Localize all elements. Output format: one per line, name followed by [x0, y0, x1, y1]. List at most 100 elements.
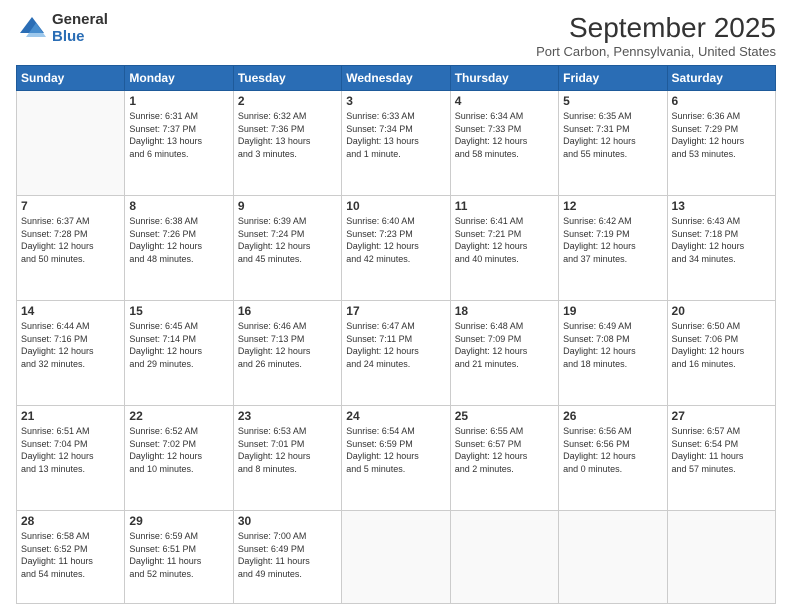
- calendar-cell: 26 Sunrise: 6:56 AM Sunset: 6:56 PM Dayli…: [559, 405, 667, 510]
- day-number: 14: [21, 304, 120, 318]
- calendar-cell: 28 Sunrise: 6:58 AM Sunset: 6:52 PM Dayli…: [17, 510, 125, 603]
- weekday-header-monday: Monday: [125, 66, 233, 91]
- calendar-cell: 30 Sunrise: 7:00 AM Sunset: 6:49 PM Dayli…: [233, 510, 341, 603]
- day-number: 16: [238, 304, 337, 318]
- day-number: 5: [563, 94, 662, 108]
- calendar-cell: 4 Sunrise: 6:34 AM Sunset: 7:33 PM Daylig…: [450, 91, 558, 196]
- day-number: 18: [455, 304, 554, 318]
- week-row-2: 7Sunrise: 6:37 AM Sunset: 7:28 PM Daylig…: [17, 195, 776, 300]
- weekday-header-sunday: Sunday: [17, 66, 125, 91]
- day-info: Sunrise: 6:42 AM Sunset: 7:19 PM Dayligh…: [563, 215, 662, 265]
- day-info: Sunrise: 6:31 AM Sunset: 7:37 PM Dayligh…: [129, 110, 228, 160]
- day-info: Sunrise: 6:53 AM Sunset: 7:01 PM Dayligh…: [238, 425, 337, 475]
- week-row-1: 1 Sunrise: 6:31 AM Sunset: 7:37 PM Daylig…: [17, 91, 776, 196]
- day-info: Sunrise: 6:59 AM Sunset: 6:51 PM Dayligh…: [129, 530, 228, 580]
- calendar-cell: 29 Sunrise: 6:59 AM Sunset: 6:51 PM Dayli…: [125, 510, 233, 603]
- location-title: Port Carbon, Pennsylvania, United States: [536, 44, 776, 59]
- title-block: September 2025 Port Carbon, Pennsylvania…: [536, 12, 776, 59]
- day-number: 22: [129, 409, 228, 423]
- day-number: 17: [346, 304, 445, 318]
- day-number: 13: [672, 199, 771, 213]
- day-info: Sunrise: 6:35 AM Sunset: 7:31 PM Dayligh…: [563, 110, 662, 160]
- day-info: Sunrise: 6:46 AM Sunset: 7:13 PM Dayligh…: [238, 320, 337, 370]
- weekday-header-row: SundayMondayTuesdayWednesdayThursdayFrid…: [17, 66, 776, 91]
- logo-blue-text: Blue: [52, 29, 108, 46]
- day-info: Sunrise: 6:45 AM Sunset: 7:14 PM Dayligh…: [129, 320, 228, 370]
- day-info: Sunrise: 6:34 AM Sunset: 7:33 PM Dayligh…: [455, 110, 554, 160]
- weekday-header-saturday: Saturday: [667, 66, 775, 91]
- calendar-cell: 23 Sunrise: 6:53 AM Sunset: 7:01 PM Dayli…: [233, 405, 341, 510]
- calendar-cell: 24 Sunrise: 6:54 AM Sunset: 6:59 PM Dayli…: [342, 405, 450, 510]
- day-info: Sunrise: 6:43 AM Sunset: 7:18 PM Dayligh…: [672, 215, 771, 265]
- day-number: 6: [672, 94, 771, 108]
- calendar-cell: [559, 510, 667, 603]
- day-number: 26: [563, 409, 662, 423]
- day-info: Sunrise: 6:49 AM Sunset: 7:08 PM Dayligh…: [563, 320, 662, 370]
- day-number: 8: [129, 199, 228, 213]
- day-number: 23: [238, 409, 337, 423]
- day-info: Sunrise: 6:33 AM Sunset: 7:34 PM Dayligh…: [346, 110, 445, 160]
- day-info: Sunrise: 6:48 AM Sunset: 7:09 PM Dayligh…: [455, 320, 554, 370]
- calendar-cell: 10 Sunrise: 6:40 AM Sunset: 7:23 PM Dayli…: [342, 195, 450, 300]
- day-number: 20: [672, 304, 771, 318]
- day-info: Sunrise: 6:55 AM Sunset: 6:57 PM Dayligh…: [455, 425, 554, 475]
- calendar-cell: 3Sunrise: 6:33 AM Sunset: 7:34 PM Daylig…: [342, 91, 450, 196]
- day-info: Sunrise: 6:51 AM Sunset: 7:04 PM Dayligh…: [21, 425, 120, 475]
- calendar-cell: 21Sunrise: 6:51 AM Sunset: 7:04 PM Dayli…: [17, 405, 125, 510]
- calendar-cell: 8 Sunrise: 6:38 AM Sunset: 7:26 PM Daylig…: [125, 195, 233, 300]
- day-number: 24: [346, 409, 445, 423]
- day-number: 10: [346, 199, 445, 213]
- weekday-header-wednesday: Wednesday: [342, 66, 450, 91]
- day-info: Sunrise: 6:54 AM Sunset: 6:59 PM Dayligh…: [346, 425, 445, 475]
- month-title: September 2025: [536, 12, 776, 44]
- calendar-cell: 19 Sunrise: 6:49 AM Sunset: 7:08 PM Dayli…: [559, 300, 667, 405]
- day-number: 12: [563, 199, 662, 213]
- header: General Blue September 2025 Port Carbon,…: [16, 12, 776, 59]
- calendar-cell: 12 Sunrise: 6:42 AM Sunset: 7:19 PM Dayli…: [559, 195, 667, 300]
- day-info: Sunrise: 6:50 AM Sunset: 7:06 PM Dayligh…: [672, 320, 771, 370]
- calendar-cell: [667, 510, 775, 603]
- calendar-cell: 17 Sunrise: 6:47 AM Sunset: 7:11 PM Dayli…: [342, 300, 450, 405]
- calendar-cell: 11Sunrise: 6:41 AM Sunset: 7:21 PM Dayli…: [450, 195, 558, 300]
- calendar-cell: 1 Sunrise: 6:31 AM Sunset: 7:37 PM Daylig…: [125, 91, 233, 196]
- day-number: 29: [129, 514, 228, 528]
- day-info: Sunrise: 6:36 AM Sunset: 7:29 PM Dayligh…: [672, 110, 771, 160]
- calendar-cell: 13 Sunrise: 6:43 AM Sunset: 7:18 PM Dayli…: [667, 195, 775, 300]
- day-number: 27: [672, 409, 771, 423]
- day-info: Sunrise: 6:38 AM Sunset: 7:26 PM Dayligh…: [129, 215, 228, 265]
- day-info: Sunrise: 6:47 AM Sunset: 7:11 PM Dayligh…: [346, 320, 445, 370]
- day-number: 30: [238, 514, 337, 528]
- calendar-cell: 2Sunrise: 6:32 AM Sunset: 7:36 PM Daylig…: [233, 91, 341, 196]
- day-info: Sunrise: 6:58 AM Sunset: 6:52 PM Dayligh…: [21, 530, 120, 580]
- day-number: 19: [563, 304, 662, 318]
- day-number: 9: [238, 199, 337, 213]
- day-info: Sunrise: 6:40 AM Sunset: 7:23 PM Dayligh…: [346, 215, 445, 265]
- logo: General Blue: [16, 12, 108, 45]
- logo-general-text: General: [52, 12, 108, 29]
- calendar-cell: 25Sunrise: 6:55 AM Sunset: 6:57 PM Dayli…: [450, 405, 558, 510]
- day-info: Sunrise: 6:56 AM Sunset: 6:56 PM Dayligh…: [563, 425, 662, 475]
- day-info: Sunrise: 6:32 AM Sunset: 7:36 PM Dayligh…: [238, 110, 337, 160]
- calendar-cell: 5 Sunrise: 6:35 AM Sunset: 7:31 PM Daylig…: [559, 91, 667, 196]
- day-info: Sunrise: 6:39 AM Sunset: 7:24 PM Dayligh…: [238, 215, 337, 265]
- calendar-cell: 9 Sunrise: 6:39 AM Sunset: 7:24 PM Daylig…: [233, 195, 341, 300]
- calendar-cell: 20 Sunrise: 6:50 AM Sunset: 7:06 PM Dayli…: [667, 300, 775, 405]
- calendar-cell: 6 Sunrise: 6:36 AM Sunset: 7:29 PM Daylig…: [667, 91, 775, 196]
- day-number: 28: [21, 514, 120, 528]
- day-number: 1: [129, 94, 228, 108]
- calendar-cell: [450, 510, 558, 603]
- calendar-table: SundayMondayTuesdayWednesdayThursdayFrid…: [16, 65, 776, 604]
- calendar-cell: 27 Sunrise: 6:57 AM Sunset: 6:54 PM Dayli…: [667, 405, 775, 510]
- week-row-5: 28 Sunrise: 6:58 AM Sunset: 6:52 PM Dayli…: [17, 510, 776, 603]
- day-info: Sunrise: 6:57 AM Sunset: 6:54 PM Dayligh…: [672, 425, 771, 475]
- week-row-4: 21Sunrise: 6:51 AM Sunset: 7:04 PM Dayli…: [17, 405, 776, 510]
- calendar-cell: 7Sunrise: 6:37 AM Sunset: 7:28 PM Daylig…: [17, 195, 125, 300]
- calendar-cell: [17, 91, 125, 196]
- day-info: Sunrise: 7:00 AM Sunset: 6:49 PM Dayligh…: [238, 530, 337, 580]
- day-number: 7: [21, 199, 120, 213]
- day-number: 4: [455, 94, 554, 108]
- logo-icon: [16, 13, 48, 45]
- day-info: Sunrise: 6:41 AM Sunset: 7:21 PM Dayligh…: [455, 215, 554, 265]
- calendar-cell: [342, 510, 450, 603]
- week-row-3: 14Sunrise: 6:44 AM Sunset: 7:16 PM Dayli…: [17, 300, 776, 405]
